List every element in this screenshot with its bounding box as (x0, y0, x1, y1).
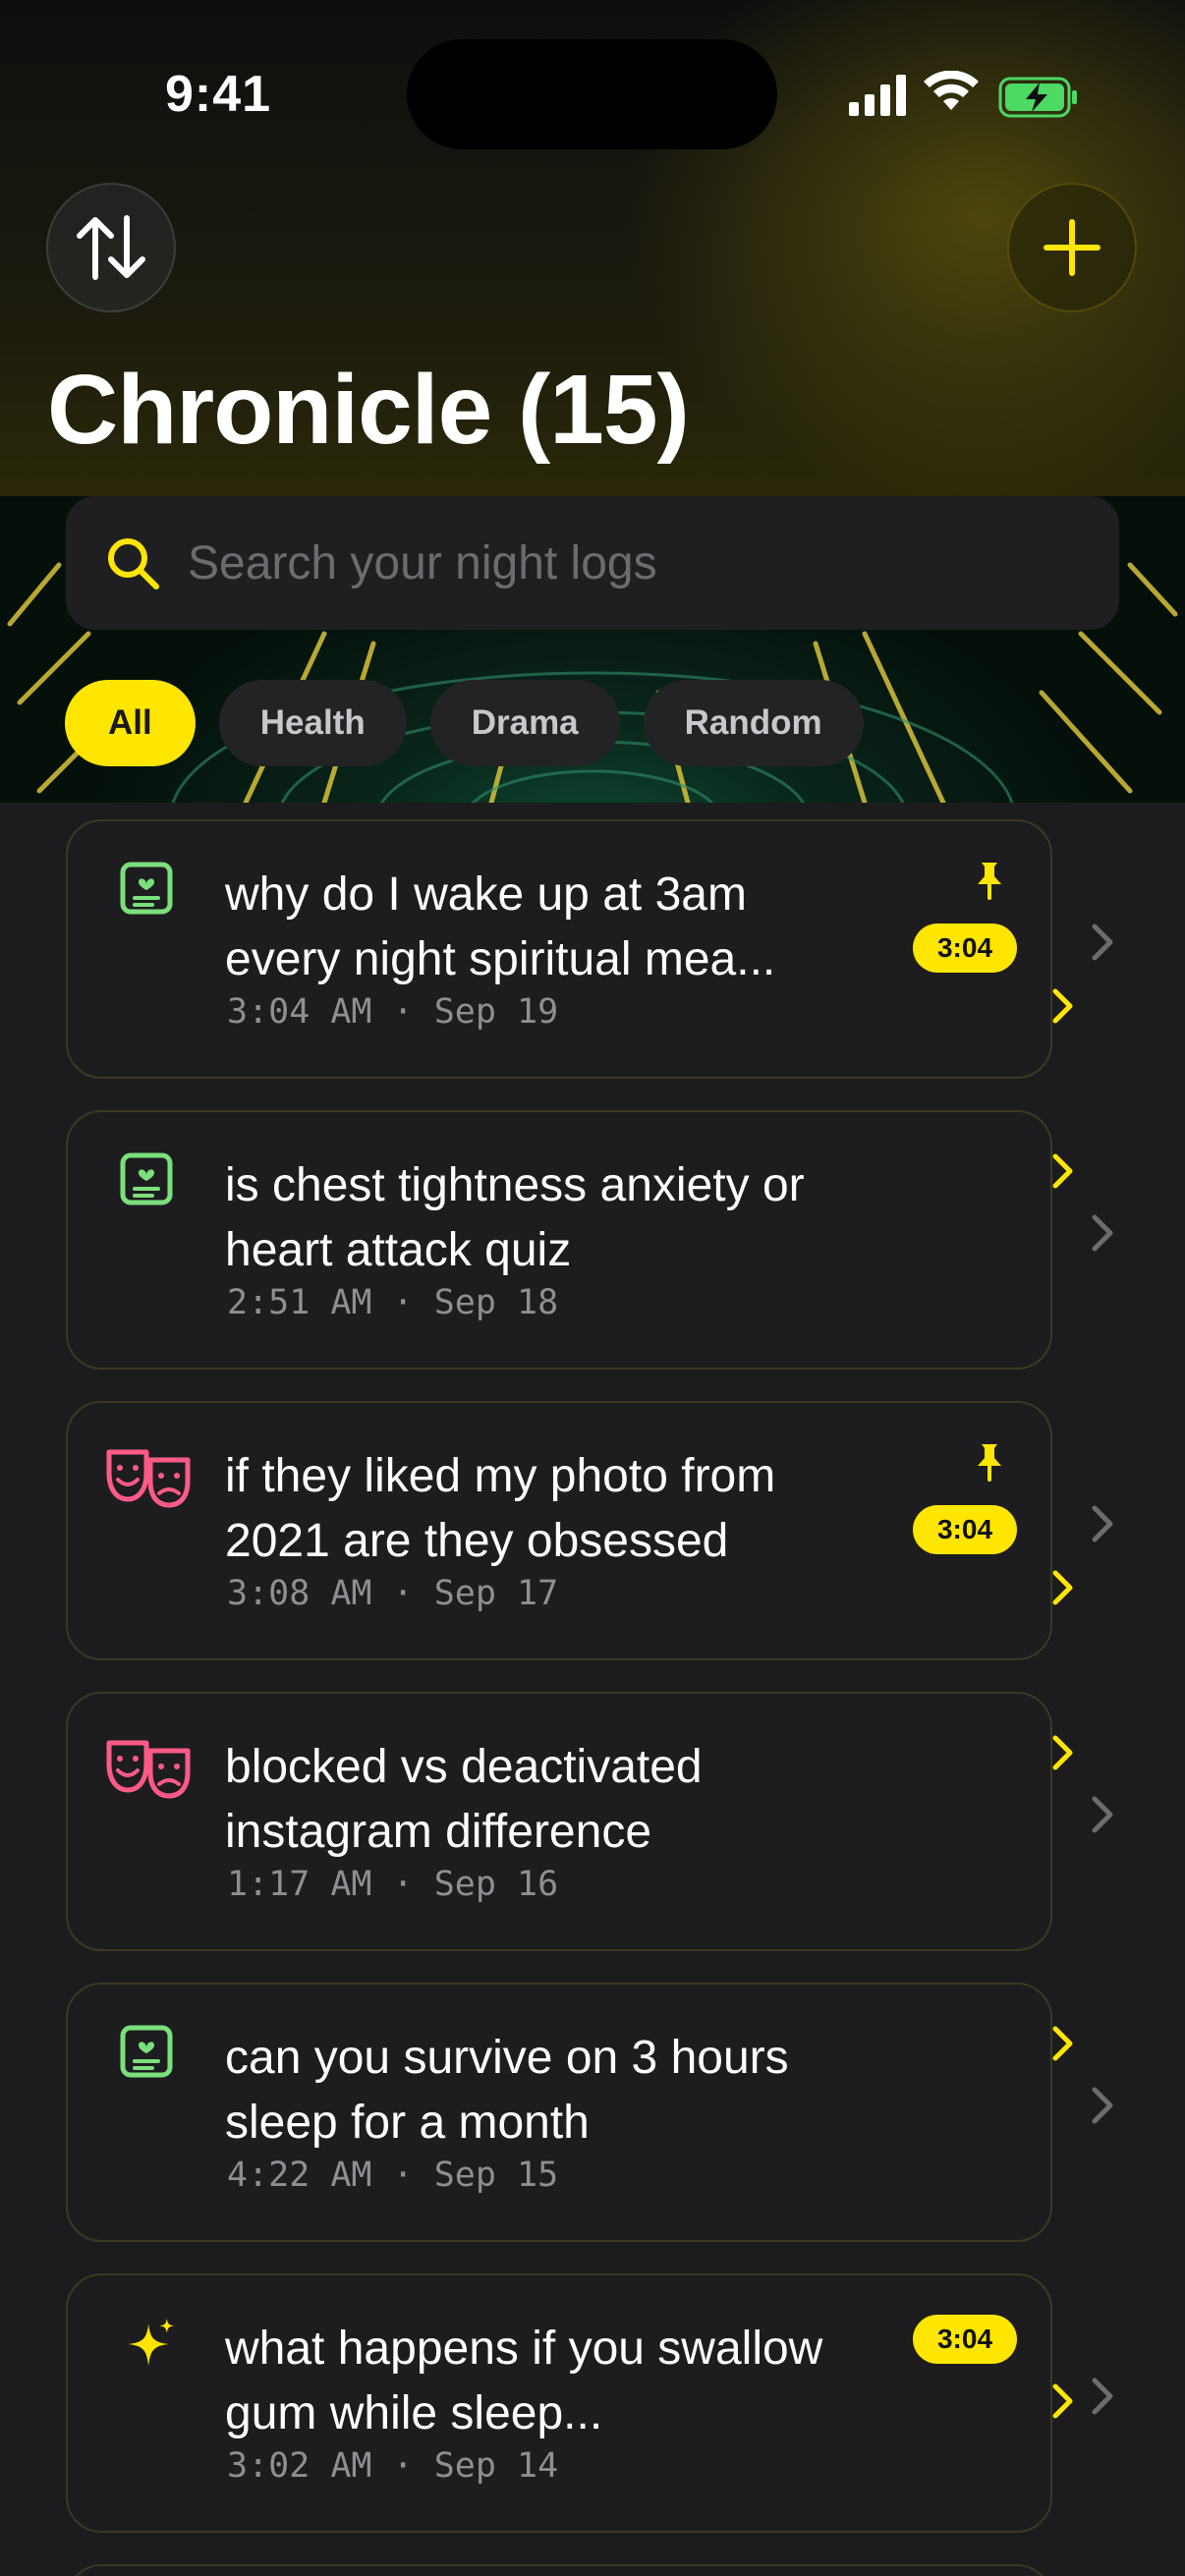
sort-arrows-icon (77, 215, 145, 280)
log-card[interactable]: if they liked my photo from 2021 are the… (66, 1401, 1073, 1660)
status-time: 9:41 (165, 66, 272, 123)
wifi-icon (924, 71, 979, 110)
log-card[interactable]: blocked vs deactivated instagram differe… (66, 1692, 1073, 1951)
dynamic-island (407, 39, 777, 149)
chevron-right-icon[interactable] (1050, 1568, 1076, 1607)
log-meta: 3:02 AM · Sep 14 (227, 2446, 559, 2486)
chevron-right-icon[interactable] (1089, 1211, 1116, 1255)
time-badge: 3:04 (913, 924, 1017, 973)
log-time: 4:22 AM (227, 2156, 372, 2195)
log-meta: 3:08 AM · Sep 17 (227, 1574, 559, 1613)
cellular-signal-icon (849, 75, 906, 116)
log-title: is chest tightness anxiety or heart atta… (225, 1159, 805, 1276)
log-date: Sep 18 (433, 1283, 559, 1322)
chevron-right-icon[interactable] (1089, 1502, 1116, 1545)
time-badge: 3:04 (913, 2315, 1017, 2364)
log-time: 3:04 AM (227, 992, 372, 1032)
log-meta: 4:22 AM · Sep 15 (227, 2156, 559, 2195)
log-card[interactable]: is chest tightness anxiety or heart atta… (66, 1110, 1073, 1370)
search-bar[interactable] (66, 496, 1119, 630)
chevron-right-icon[interactable] (1050, 2024, 1076, 2063)
log-meta: 1:17 AM · Sep 16 (227, 1865, 559, 1904)
pin-icon[interactable] (974, 1442, 1005, 1482)
pin-icon[interactable] (974, 861, 1005, 900)
filter-chip-drama[interactable]: Drama (429, 680, 620, 766)
filter-chip-all[interactable]: All (65, 680, 196, 766)
chevron-right-icon[interactable] (1089, 2084, 1116, 2127)
log-meta: 3:04 AM · Sep 19 (227, 992, 559, 1032)
health-note-icon (120, 862, 173, 915)
sparkles-icon (128, 2318, 175, 2367)
chevron-right-icon[interactable] (1089, 1793, 1116, 1836)
sort-button[interactable] (46, 183, 176, 312)
log-card[interactable]: why do I wake up at 3am every night spir… (66, 819, 1073, 1079)
chevron-right-icon[interactable] (1050, 2381, 1076, 2421)
log-card[interactable]: can you survive on 3 hours sleep for a m… (66, 1983, 1073, 2242)
chevron-right-icon[interactable] (1089, 921, 1116, 964)
log-date: Sep 14 (433, 2446, 559, 2486)
search-input[interactable] (188, 524, 1072, 602)
page-title: Chronicle (15) (47, 355, 690, 465)
log-title: why do I wake up at 3am every night spir… (225, 868, 776, 985)
log-time: 3:08 AM (227, 1574, 372, 1613)
log-title: blocked vs deactivated instagram differe… (225, 1741, 703, 1858)
filter-chip-random[interactable]: Random (643, 680, 864, 766)
search-icon (108, 538, 159, 589)
log-title: if they liked my photo from 2021 are the… (225, 1450, 776, 1567)
battery-charging-icon (998, 77, 1077, 118)
log-title: what happens if you swallow gum while sl… (225, 2323, 823, 2439)
plus-icon (1044, 219, 1100, 276)
log-card[interactable]: what happens if you swallow gum while sl… (66, 2273, 1073, 2533)
filter-chips: All Health Drama Random (65, 680, 864, 766)
health-note-icon (120, 1152, 173, 1205)
chevron-right-icon[interactable] (1050, 1733, 1076, 1772)
log-date: Sep 17 (433, 1574, 559, 1613)
log-date: Sep 15 (433, 2156, 559, 2195)
status-bar: 9:41 (0, 0, 1185, 187)
add-log-button[interactable] (1007, 183, 1137, 312)
chevron-right-icon[interactable] (1089, 2375, 1116, 2418)
log-title: can you survive on 3 hours sleep for a m… (225, 2032, 789, 2149)
log-meta: 2:51 AM · Sep 18 (227, 1283, 559, 1322)
log-time: 2:51 AM (227, 1283, 372, 1322)
filter-chip-health[interactable]: Health (218, 680, 407, 766)
health-note-icon (120, 2025, 173, 2078)
drama-masks-icon (106, 1740, 191, 1799)
time-badge: 3:04 (913, 1505, 1017, 1554)
log-date: Sep 16 (433, 1865, 559, 1904)
log-date: Sep 19 (433, 992, 559, 1032)
chevron-right-icon[interactable] (1050, 1151, 1076, 1191)
log-time: 1:17 AM (227, 1865, 372, 1904)
log-time: 3:02 AM (227, 2446, 372, 2486)
drama-masks-icon (106, 1449, 191, 1508)
chevron-right-icon[interactable] (1050, 986, 1076, 1026)
log-card-partial[interactable] (66, 2564, 1052, 2576)
